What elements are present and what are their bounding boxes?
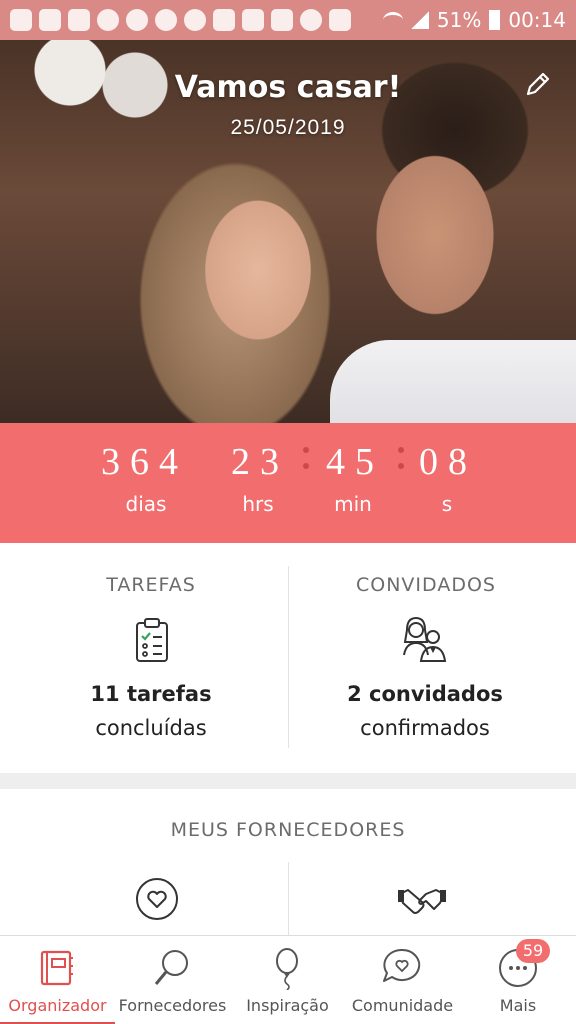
guests-title: CONVIDADOS [356,574,496,596]
signal-icon [410,11,429,29]
youtube-notification-icon [242,9,264,31]
tasks-count: 11 tarefas [90,682,212,706]
pinterest-notification-icon [155,9,177,31]
youtube-notification-icon [213,9,235,31]
clipboard-checklist-icon [136,618,168,662]
countdown-seconds-label: s [441,492,453,516]
nav-label: Fornecedores [118,996,227,1015]
countdown-minutes: 45 [326,441,384,483]
nav-item-organizador[interactable]: Organizador [0,936,115,1024]
chat-notification-icon [10,9,32,31]
battery-percent: 51% [436,8,482,32]
pencil-icon [526,72,550,96]
nav-label: Inspiração [246,996,329,1015]
planner-book-icon [40,950,73,986]
guests-status: confirmados [360,716,490,740]
vendors-heart-icon[interactable] [134,876,180,922]
clock: 00:14 [508,8,566,32]
countdown-hours-label: hrs [242,492,274,516]
vendors-title: MEUS FORNECEDORES [170,819,406,841]
spotify-notification-icon [126,9,148,31]
countdown-seconds: 08 [419,441,477,483]
facebook-notification-icon [68,9,90,31]
tasks-title: TAREFAS [106,574,196,596]
chat-heart-icon [383,948,421,982]
battery-charging-icon [489,10,501,30]
magnifier-icon [154,950,188,985]
vendors-divider [288,862,289,935]
countdown-hours: 23 [231,441,289,483]
section-separator [0,773,576,789]
nav-item-fornecedores[interactable]: Fornecedores [115,936,230,1024]
notification-badge: 59 [516,939,550,963]
nav-item-inspiracao[interactable]: Inspiração [230,936,345,1024]
guests-card[interactable]: CONVIDADOS 2 convidados confirmados [288,543,576,773]
countdown-days: 364 [101,441,188,483]
guests-count: 2 convidados [347,682,503,706]
page-title: Vamos casar! [174,70,402,105]
bottom-navigation: Organizador Fornecedores Inspiração Comu… [0,935,576,1024]
nav-label: Comunidade [351,996,454,1015]
pinterest-notification-icon [97,9,119,31]
photo-shirt [330,340,576,423]
flipboard-notification-icon [329,9,351,31]
countdown-separator [398,447,404,479]
nav-item-comunidade[interactable]: Comunidade [345,936,460,1024]
nav-label: Mais [499,996,537,1015]
edit-button[interactable] [522,68,554,100]
tasks-card[interactable]: TAREFAS 11 tarefas concluídas [0,543,288,773]
countdown-separator [303,447,309,479]
wedding-date: 25/05/2019 [230,116,346,139]
nav-label: Organizador [8,996,107,1015]
chrome-notification-icon [300,9,322,31]
countdown-minutes-label: min [334,492,372,516]
guests-couple-icon [403,616,447,662]
mail-notification-icon [39,9,61,31]
status-bar: 51% 00:14 [0,0,576,40]
wifi-icon [382,12,403,28]
pinterest-notification-icon [184,9,206,31]
countdown-days-label: dias [125,492,167,516]
handshake-icon[interactable] [398,880,446,920]
youtube-notification-icon [271,9,293,31]
balloon-icon [276,948,298,990]
notification-icons [10,9,351,31]
tasks-status: concluídas [95,716,207,740]
